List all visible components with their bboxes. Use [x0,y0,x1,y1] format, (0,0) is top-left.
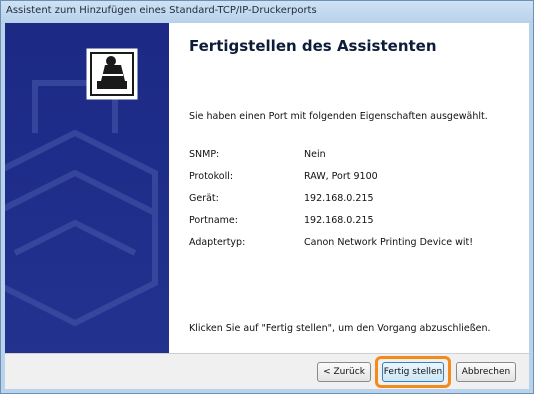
title-bar: Assistent zum Hinzufügen eines Standard-… [1,1,533,23]
wizard-footer: < Zurück Fertig stellen Abbrechen [5,353,529,389]
back-button[interactable]: < Zurück [317,362,371,382]
property-value: Nein [304,149,326,160]
property-value: 192.168.0.215 [304,215,374,226]
intro-text: Sie haben einen Port mit folgenden Eigen… [189,111,488,122]
wizard-sidebar [5,23,169,353]
printer-wizard-icon [86,48,138,100]
property-value: Canon Network Printing Device wit! [304,237,474,248]
window-title: Assistent zum Hinzufügen eines Standard-… [6,5,317,16]
printer-illustration [5,48,158,327]
property-value: 192.168.0.215 [304,193,374,204]
finish-instruction: Klicken Sie auf "Fertig stellen", um den… [189,323,491,334]
property-label: Portname: [189,215,238,226]
page-title: Fertigstellen des Assistenten [189,37,437,55]
property-label: SNMP: [189,149,220,160]
property-label: Adaptertyp: [189,237,246,248]
wizard-content: Fertigstellen des Assistenten Sie haben … [169,23,529,353]
property-label: Gerät: [189,193,219,204]
cancel-button[interactable]: Abbrechen [456,362,516,382]
property-label: Protokoll: [189,171,234,182]
wizard-client-area: Fertigstellen des Assistenten Sie haben … [5,23,529,389]
property-value: RAW, Port 9100 [304,171,378,182]
wizard-window: Assistent zum Hinzufügen eines Standard-… [0,0,534,394]
finish-button[interactable]: Fertig stellen [382,362,444,382]
